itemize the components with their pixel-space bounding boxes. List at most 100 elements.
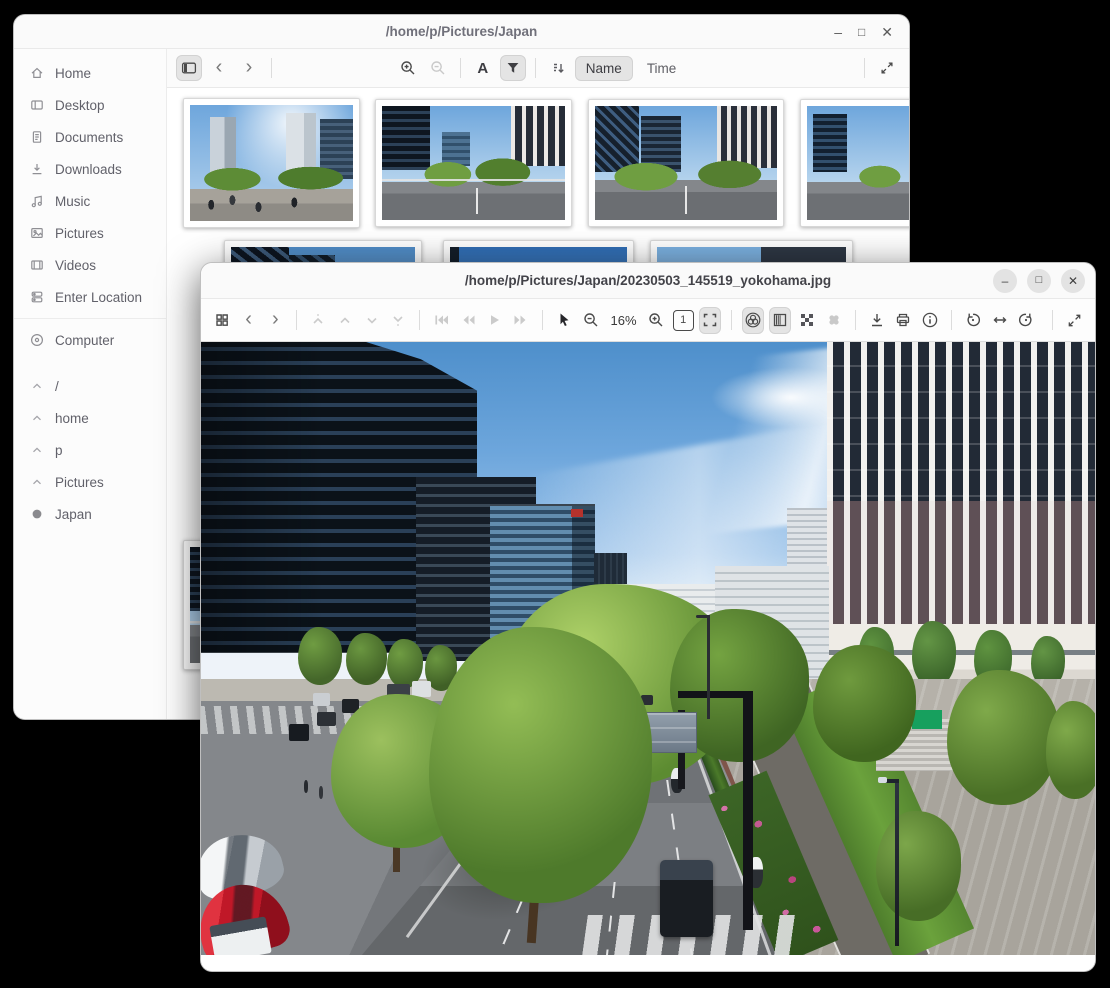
thumbnail-image xyxy=(190,105,353,221)
sidebar-item-documents[interactable]: Documents xyxy=(14,121,166,153)
font-size-label: A xyxy=(477,60,488,77)
frame-background-button[interactable] xyxy=(769,307,791,334)
zoom-in-button[interactable] xyxy=(646,307,668,334)
close-button[interactable]: ✕ xyxy=(881,25,893,39)
sidebar-item-enter-location[interactable]: Enter Location xyxy=(14,281,166,313)
go-first-up-button[interactable] xyxy=(307,307,329,334)
chevron-down-icon xyxy=(363,311,381,329)
thumbnails-grid-button[interactable] xyxy=(211,307,233,334)
forward-button[interactable]: › xyxy=(236,55,262,81)
rotate-cw-icon xyxy=(1017,311,1035,329)
collapse-icon[interactable] xyxy=(29,378,45,394)
collapse-icon[interactable] xyxy=(29,410,45,426)
sidebar-item-desktop[interactable]: Desktop xyxy=(14,89,166,121)
go-up-button[interactable] xyxy=(334,307,356,334)
toggle-sidebar-button[interactable] xyxy=(176,55,202,81)
back-button[interactable]: ‹ xyxy=(238,307,260,334)
chevron-down-last-icon xyxy=(389,311,407,329)
photo-thumbnail[interactable] xyxy=(183,98,360,228)
back-button[interactable]: ‹ xyxy=(206,55,232,81)
color-wheel-icon xyxy=(744,311,762,329)
maximize-button[interactable]: □ xyxy=(858,26,865,38)
play-slideshow-button[interactable] xyxy=(484,307,506,334)
minimize-button[interactable]: – xyxy=(993,269,1017,293)
maximize-button[interactable]: □ xyxy=(1027,269,1051,293)
zoom-out-icon xyxy=(429,59,447,77)
chevron-up-first-icon xyxy=(309,311,327,329)
pan-pointer-button[interactable] xyxy=(553,307,575,334)
photo-thumbnail[interactable] xyxy=(588,99,784,227)
viewer-titlebar[interactable]: /home/p/Pictures/Japan/20230503_145519_y… xyxy=(201,263,1095,299)
info-icon xyxy=(921,311,939,329)
window-title: /home/p/Pictures/Japan/20230503_145519_y… xyxy=(201,273,1095,288)
zoom-in-button[interactable] xyxy=(395,55,421,81)
transparency-checker-button[interactable] xyxy=(796,307,818,334)
rotate-left-button[interactable] xyxy=(962,307,984,334)
sort-order-button[interactable] xyxy=(545,55,571,81)
toolbar-separator xyxy=(460,58,461,78)
zoom-out-button[interactable] xyxy=(425,55,451,81)
tree-item-japan-current[interactable]: Japan xyxy=(14,498,166,530)
toolbar-separator xyxy=(731,310,732,330)
minimize-button[interactable]: – xyxy=(834,25,842,39)
expand-icon xyxy=(1066,312,1083,329)
tree xyxy=(947,670,1059,805)
sort-by-time-toggle[interactable]: Time xyxy=(637,57,687,80)
tree-label: home xyxy=(55,411,89,426)
go-last-down-button[interactable] xyxy=(387,307,409,334)
sidebar-item-pictures[interactable]: Pictures xyxy=(14,217,166,249)
tree-item-home[interactable]: home xyxy=(14,402,166,434)
photo-yokohama-street[interactable] xyxy=(201,342,1095,955)
sidebar-label: Documents xyxy=(55,130,123,145)
desktop-icon xyxy=(29,97,45,113)
previous-image-button[interactable] xyxy=(457,307,479,334)
heal-patch-button[interactable] xyxy=(823,307,845,334)
sort-by-name-toggle[interactable]: Name xyxy=(575,56,633,81)
filter-funnel-icon xyxy=(505,60,521,76)
sidebar-item-downloads[interactable]: Downloads xyxy=(14,153,166,185)
save-button[interactable] xyxy=(866,307,888,334)
zoom-in-icon xyxy=(399,59,417,77)
rotate-right-button[interactable] xyxy=(1016,307,1038,334)
file-manager-titlebar[interactable]: /home/p/Pictures/Japan – □ ✕ xyxy=(14,15,909,49)
font-size-button[interactable]: A xyxy=(470,55,496,81)
close-button[interactable]: ✕ xyxy=(1061,269,1085,293)
fullscreen-button[interactable] xyxy=(1063,307,1085,334)
sidebar-item-home[interactable]: Home xyxy=(14,57,166,89)
fit-to-window-button[interactable] xyxy=(699,307,721,334)
lamp-pole xyxy=(895,780,899,946)
sidebar-item-music[interactable]: Music xyxy=(14,185,166,217)
zoom-level[interactable]: 16% xyxy=(611,313,637,328)
fullscreen-button[interactable] xyxy=(874,55,900,81)
photo-thumbnail[interactable] xyxy=(375,99,572,227)
zoom-out-button[interactable] xyxy=(580,307,602,334)
places-sidebar: Home Desktop Documents Downloads Music P… xyxy=(14,49,167,720)
lamp-head xyxy=(878,777,887,783)
right-building-louvers xyxy=(827,501,1095,627)
sidebar-item-computer[interactable]: Computer xyxy=(14,324,166,356)
collapse-icon[interactable] xyxy=(29,442,45,458)
photo-thumbnail[interactable] xyxy=(800,99,909,227)
tree-item-pictures[interactable]: Pictures xyxy=(14,466,166,498)
sidebar-item-videos[interactable]: Videos xyxy=(14,249,166,281)
skip-to-first-button[interactable] xyxy=(430,307,452,334)
fit-frame-icon xyxy=(701,311,719,329)
tree-item-p[interactable]: p xyxy=(14,434,166,466)
forward-button[interactable]: › xyxy=(264,307,286,334)
next-image-button[interactable] xyxy=(510,307,532,334)
toolbar-separator xyxy=(864,58,865,78)
actual-size-button[interactable]: 1 xyxy=(672,307,694,334)
previous-icon xyxy=(459,311,477,329)
save-download-icon xyxy=(868,311,886,329)
print-button[interactable] xyxy=(893,307,915,334)
info-button[interactable] xyxy=(919,307,941,334)
collapse-icon[interactable] xyxy=(29,474,45,490)
tree-item-root[interactable]: / xyxy=(14,370,166,402)
distant-car xyxy=(313,693,330,706)
skip-first-icon xyxy=(432,311,450,329)
filter-button[interactable] xyxy=(500,55,526,81)
go-down-button[interactable] xyxy=(361,307,383,334)
expand-icon xyxy=(879,60,895,76)
color-adjust-button[interactable] xyxy=(742,307,764,334)
flip-horizontal-button[interactable] xyxy=(989,307,1011,334)
